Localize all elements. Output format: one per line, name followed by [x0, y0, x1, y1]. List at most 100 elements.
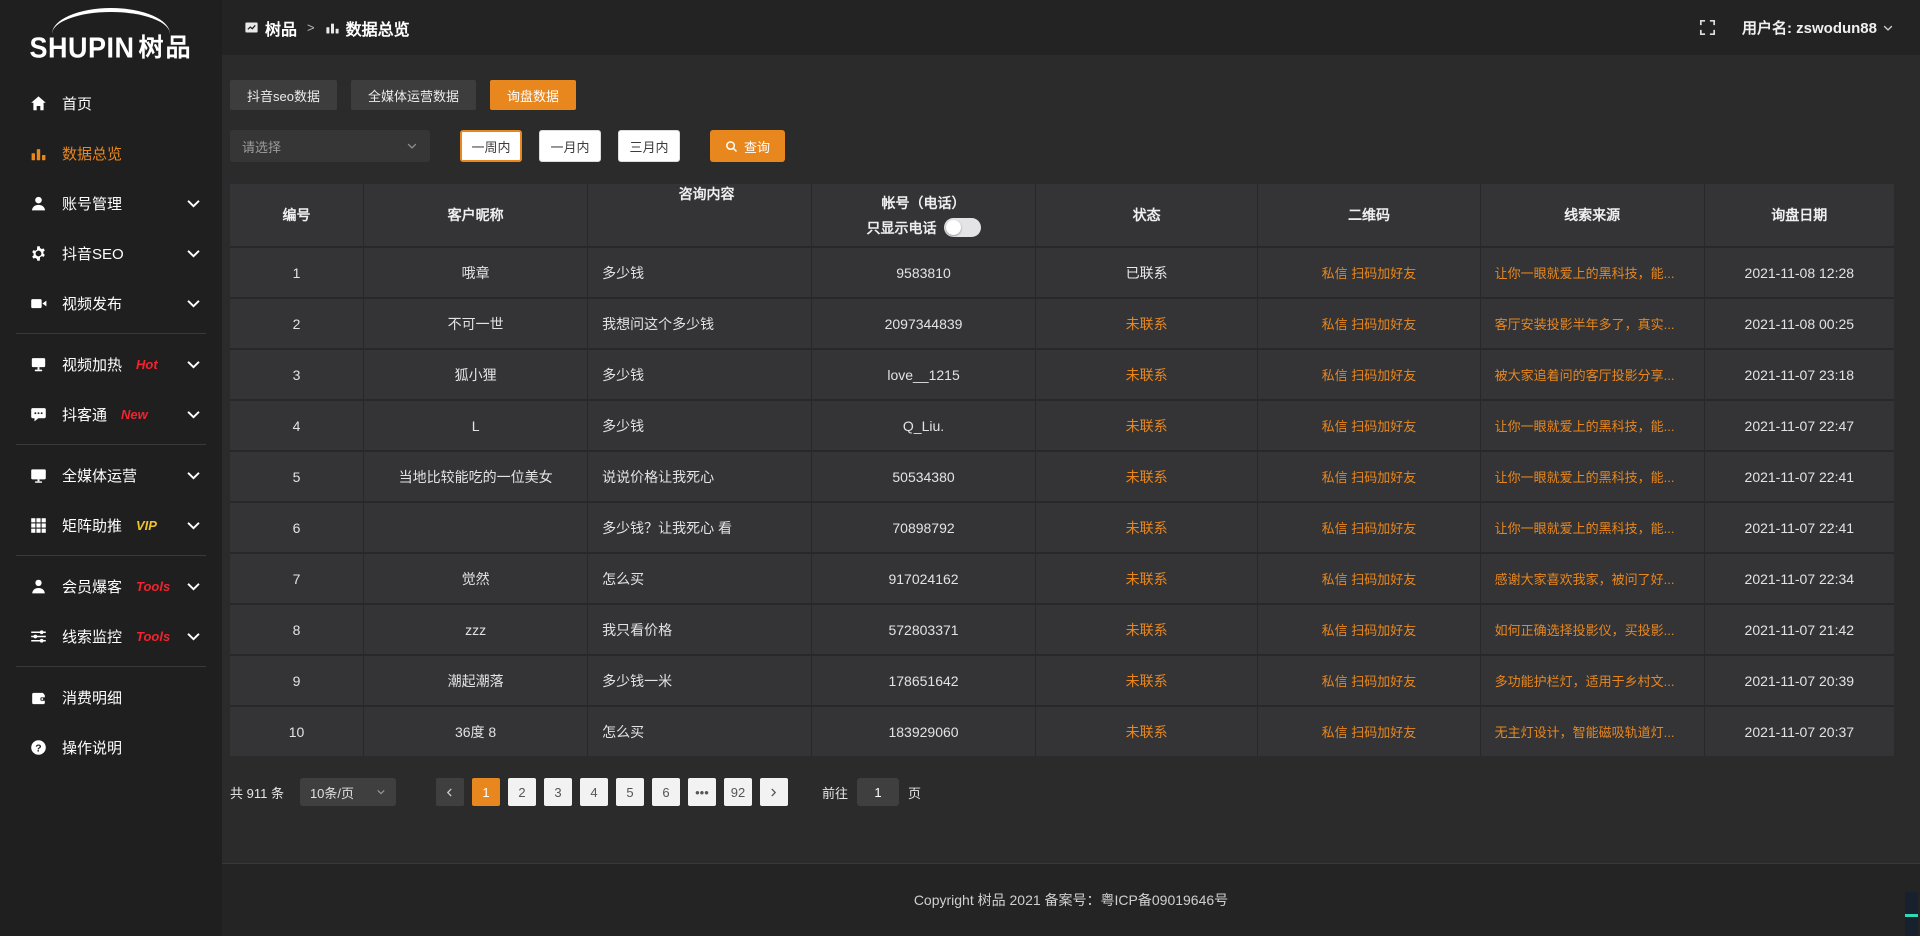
- qr-action-links[interactable]: 私信 扫码加好友: [1322, 467, 1417, 486]
- menu-divider: [16, 666, 206, 667]
- qr-action-links[interactable]: 私信 扫码加好友: [1322, 365, 1417, 384]
- table-cell: 1: [230, 248, 363, 297]
- home-icon: [30, 95, 47, 112]
- tab-0[interactable]: 抖音seo数据: [230, 80, 337, 110]
- query-button[interactable]: 查询: [710, 130, 785, 162]
- table-cell: 私信 扫码加好友: [1258, 299, 1479, 348]
- menu-divider: [16, 333, 206, 334]
- qr-action-links[interactable]: 私信 扫码加好友: [1322, 722, 1417, 741]
- breadcrumb-app[interactable]: 树品: [265, 16, 297, 40]
- qr-action-links[interactable]: 私信 扫码加好友: [1322, 416, 1417, 435]
- sidebar-item-0[interactable]: 首页: [0, 78, 222, 128]
- chevron-down-icon: [406, 140, 418, 152]
- qr-action-links[interactable]: 私信 扫码加好友: [1322, 518, 1417, 537]
- filter-select[interactable]: 请选择: [230, 130, 430, 162]
- table-cell: 8: [230, 605, 363, 654]
- prev-page-button[interactable]: [436, 778, 464, 806]
- lead-source-link[interactable]: 客厅安装投影半年多了，真实...: [1495, 314, 1696, 333]
- chevron-down-icon: [185, 578, 202, 595]
- sidebar-item-5[interactable]: 视频加热Hot: [0, 339, 222, 389]
- sidebar-item-11[interactable]: 消费明细: [0, 672, 222, 722]
- phone-only-toggle[interactable]: [944, 218, 981, 237]
- page-button-92[interactable]: 92: [724, 778, 752, 806]
- table-cell: 如何正确选择投影仪，买投影...: [1481, 605, 1704, 654]
- sidebar-item-6[interactable]: 抖客通New: [0, 389, 222, 439]
- page-button-2[interactable]: 2: [508, 778, 536, 806]
- table-cell: 觉然: [364, 554, 587, 603]
- table-cell: 多少钱？让我死心 看: [588, 503, 811, 552]
- table-cell: 怎么买: [588, 554, 811, 603]
- table-cell: 2021-11-07 23:18: [1705, 350, 1894, 399]
- sidebar-item-2[interactable]: 账号管理: [0, 178, 222, 228]
- breadcrumb-separator: >: [307, 20, 315, 35]
- table-cell: 4: [230, 401, 363, 450]
- lead-source-link[interactable]: 让你一眼就爱上的黑科技，能...: [1495, 518, 1696, 537]
- period-button-0[interactable]: 一周内: [460, 130, 522, 162]
- svg-text:?: ?: [35, 743, 41, 754]
- more-pages-button[interactable]: •••: [688, 778, 716, 806]
- table-cell: 私信 扫码加好友: [1258, 401, 1479, 450]
- sidebar-item-4[interactable]: 视频发布: [0, 278, 222, 328]
- table-cell: 多少钱: [588, 248, 811, 297]
- table-cell: 2021-11-07 21:42: [1705, 605, 1894, 654]
- qr-action-links[interactable]: 私信 扫码加好友: [1322, 314, 1417, 333]
- period-button-2[interactable]: 三月内: [618, 130, 680, 162]
- total-count-label: 共 911 条: [230, 783, 284, 802]
- next-page-button[interactable]: [760, 778, 788, 806]
- lead-source-link[interactable]: 被大家追着问的客厅投影分享...: [1495, 365, 1696, 384]
- qr-action-links[interactable]: 私信 扫码加好友: [1322, 569, 1417, 588]
- page-size-select[interactable]: 10条/页: [300, 778, 396, 806]
- tab-1[interactable]: 全媒体运营数据: [351, 80, 476, 110]
- table-cell: 私信 扫码加好友: [1258, 554, 1479, 603]
- sidebar-item-3[interactable]: 抖音SEO: [0, 228, 222, 278]
- table-cell: 5: [230, 452, 363, 501]
- sidebar-item-12[interactable]: ?操作说明: [0, 722, 222, 772]
- table-cell: 我只看价格: [588, 605, 811, 654]
- sidebar-item-label: 账号管理: [62, 193, 122, 214]
- sidebar-item-10[interactable]: 线索监控Tools: [0, 611, 222, 661]
- sliders-icon: [30, 628, 47, 645]
- page-button-5[interactable]: 5: [616, 778, 644, 806]
- table-cell: 怎么买: [588, 707, 811, 756]
- table-cell: 2021-11-07 22:47: [1705, 401, 1894, 450]
- lead-source-link[interactable]: 让你一眼就爱上的黑科技，能...: [1495, 263, 1696, 282]
- lead-source-link[interactable]: 让你一眼就爱上的黑科技，能...: [1495, 467, 1696, 486]
- page-button-6[interactable]: 6: [652, 778, 680, 806]
- sidebar-item-8[interactable]: 矩阵助推VIP: [0, 500, 222, 550]
- tab-2[interactable]: 询盘数据: [490, 80, 576, 110]
- sidebar-item-1[interactable]: 数据总览: [0, 128, 222, 178]
- qr-action-links[interactable]: 私信 扫码加好友: [1322, 263, 1417, 282]
- fullscreen-icon[interactable]: [1699, 19, 1716, 36]
- chevron-down-icon[interactable]: [1882, 22, 1894, 34]
- content-area: 抖音seo数据全媒体运营数据询盘数据 请选择 一周内一月内三月内 查询 编号客户…: [222, 55, 1920, 863]
- lead-source-link[interactable]: 如何正确选择投影仪，买投影...: [1495, 620, 1696, 639]
- sidebar-item-7[interactable]: 全媒体运营: [0, 450, 222, 500]
- page-button-3[interactable]: 3: [544, 778, 572, 806]
- user-area: 用户名: zswodun88: [1699, 17, 1894, 38]
- goto-page-input[interactable]: [857, 778, 899, 806]
- lead-source-link[interactable]: 多功能护栏灯，适用于乡村文...: [1495, 671, 1696, 690]
- table-cell: zzz: [364, 605, 587, 654]
- lead-source-link[interactable]: 让你一眼就爱上的黑科技，能...: [1495, 416, 1696, 435]
- sidebar-item-9[interactable]: 会员爆客Tools: [0, 561, 222, 611]
- table-cell: 私信 扫码加好友: [1258, 350, 1479, 399]
- username-label[interactable]: 用户名: zswodun88: [1742, 17, 1877, 38]
- column-header-5: 二维码: [1258, 184, 1479, 246]
- qr-action-links[interactable]: 私信 扫码加好友: [1322, 620, 1417, 639]
- table-cell: 多少钱一米: [588, 656, 811, 705]
- chevron-down-icon: [185, 467, 202, 484]
- table-cell: 不可一世: [364, 299, 587, 348]
- page-button-4[interactable]: 4: [580, 778, 608, 806]
- sidebar-item-badge: Tools: [136, 579, 170, 594]
- lead-source-link[interactable]: 感谢大家喜欢我家，被问了好...: [1495, 569, 1696, 588]
- status-cell: 未联系: [1036, 656, 1257, 705]
- page-button-1[interactable]: 1: [472, 778, 500, 806]
- period-button-1[interactable]: 一月内: [539, 130, 601, 162]
- table-cell: 私信 扫码加好友: [1258, 656, 1479, 705]
- status-cell: 未联系: [1036, 350, 1257, 399]
- lead-source-link[interactable]: 无主灯设计，智能磁吸轨道灯...: [1495, 722, 1696, 741]
- member-icon: [30, 578, 47, 595]
- scrollbar-widget[interactable]: [1905, 892, 1918, 936]
- inquiry-table: 编号客户昵称咨询内容帐号（电话）只显示电话状态二维码线索来源询盘日期1哦章多少钱…: [230, 184, 1894, 756]
- qr-action-links[interactable]: 私信 扫码加好友: [1322, 671, 1417, 690]
